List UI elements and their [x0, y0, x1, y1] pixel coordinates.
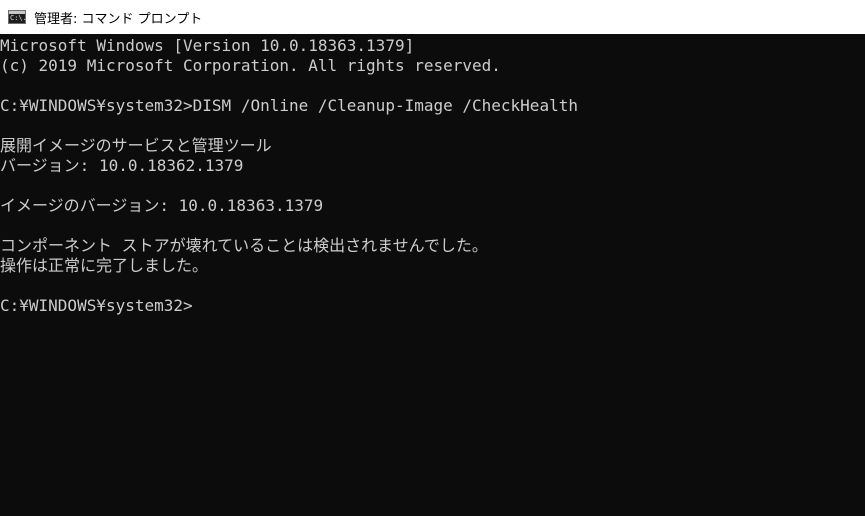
console-prompt-line[interactable]: C:¥WINDOWS¥system32> [0, 296, 865, 316]
window-title: 管理者: コマンド プロンプト [34, 11, 203, 27]
console-output[interactable]: Microsoft Windows [Version 10.0.18363.13… [0, 36, 865, 516]
icon-glyph: C:\. [10, 14, 27, 22]
command-prompt-icon[interactable]: C:\. [8, 10, 27, 24]
console-command-line: C:¥WINDOWS¥system32>DISM /Online /Cleanu… [0, 96, 578, 115]
console-line: 操作は正常に完了しました。 [0, 256, 209, 275]
console-line: (c) 2019 Microsoft Corporation. All righ… [0, 56, 501, 75]
console-line: Microsoft Windows [Version 10.0.18363.13… [0, 36, 415, 55]
console-line: コンポーネント ストアが壊れていることは検出されませんでした。 [0, 236, 488, 255]
console-line: イメージのバージョン: 10.0.18363.1379 [0, 196, 324, 215]
console-line: バージョン: 10.0.18362.1379 [0, 156, 244, 175]
command-prompt-window: C:\. 管理者: コマンド プロンプト Microsoft Windows [… [0, 0, 865, 516]
title-bar[interactable]: C:\. 管理者: コマンド プロンプト [0, 0, 865, 34]
console-line: 展開イメージのサービスと管理ツール [0, 136, 272, 155]
